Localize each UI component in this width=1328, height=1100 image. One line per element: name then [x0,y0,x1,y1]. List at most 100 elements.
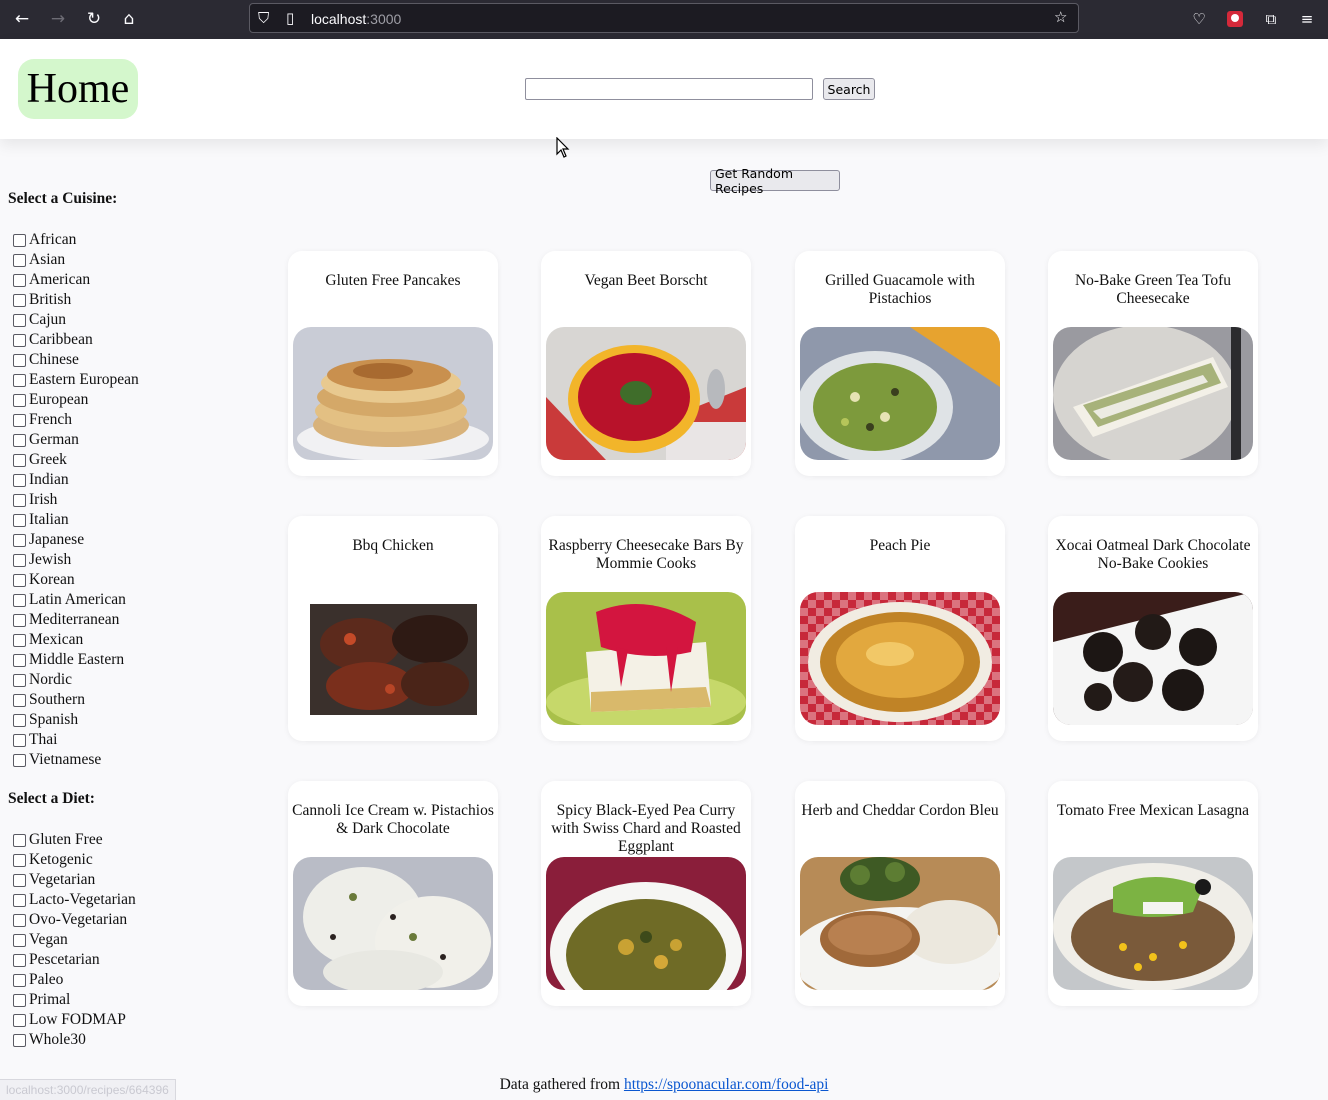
cuisine-option[interactable]: Middle Eastern [12,650,139,670]
recipe-card[interactable]: Herb and Cheddar Cordon Bleu [795,781,1005,1006]
recipe-title[interactable]: Bbq Chicken [292,537,494,555]
cuisine-checkbox[interactable] [13,693,26,707]
cuisine-checkbox[interactable] [13,513,26,527]
recipe-image[interactable] [546,857,746,990]
cuisine-option[interactable]: French [12,410,139,430]
cuisine-option[interactable]: Asian [12,250,139,270]
diet-checkbox[interactable] [13,933,26,947]
recipe-image[interactable] [546,592,746,725]
cuisine-option[interactable]: European [12,390,139,410]
recipe-image[interactable] [293,327,493,460]
recipe-image[interactable] [800,592,1000,725]
cuisine-checkbox[interactable] [13,493,26,507]
cuisine-option[interactable]: German [12,430,139,450]
cuisine-checkbox[interactable] [13,733,26,747]
diet-option[interactable]: Paleo [12,970,136,990]
cuisine-checkbox[interactable] [13,653,26,667]
recipe-card[interactable]: Bbq Chicken [288,516,498,741]
pocket-icon[interactable]: ♡ [1188,8,1210,30]
recipe-card[interactable]: Tomato Free Mexican Lasagna [1048,781,1258,1006]
recipe-image[interactable] [800,327,1000,460]
diet-option[interactable]: Vegetarian [12,870,136,890]
diet-checkbox[interactable] [13,913,26,927]
diet-checkbox[interactable] [13,1033,26,1047]
menu-icon[interactable]: ≡ [1296,8,1318,30]
diet-checkbox[interactable] [13,973,26,987]
cuisine-option[interactable]: Thai [12,730,139,750]
recipe-card[interactable]: Grilled Guacamole with Pistachios [795,251,1005,476]
diet-checkbox[interactable] [13,953,26,967]
api-link[interactable]: https://spoonacular.com/food-api [624,1076,828,1093]
cuisine-checkbox[interactable] [13,453,26,467]
cuisine-option[interactable]: British [12,290,139,310]
recipe-title[interactable]: Vegan Beet Borscht [545,272,747,290]
cuisine-checkbox[interactable] [13,593,26,607]
cuisine-option[interactable]: Mediterranean [12,610,139,630]
diet-checkbox[interactable] [13,873,26,887]
diet-option[interactable]: Pescetarian [12,950,136,970]
recipe-card[interactable]: Vegan Beet Borscht [541,251,751,476]
recipe-title[interactable]: No-Bake Green Tea Tofu Cheesecake [1052,272,1254,308]
cuisine-checkbox[interactable] [13,673,26,687]
cuisine-checkbox[interactable] [13,553,26,567]
cuisine-checkbox[interactable] [13,613,26,627]
home-icon[interactable]: ⌂ [116,6,142,32]
diet-checkbox[interactable] [13,833,26,847]
recipe-card[interactable]: Gluten Free Pancakes [288,251,498,476]
cuisine-checkbox[interactable] [13,413,26,427]
page-icon[interactable]: ▯ [286,9,294,27]
cuisine-checkbox[interactable] [13,713,26,727]
diet-option[interactable]: Low FODMAP [12,1010,136,1030]
cuisine-checkbox[interactable] [13,293,26,307]
recipe-card[interactable]: Peach Pie [795,516,1005,741]
cuisine-checkbox[interactable] [13,373,26,387]
cuisine-checkbox[interactable] [13,473,26,487]
recipe-title[interactable]: Tomato Free Mexican Lasagna [1052,802,1254,820]
recipe-image[interactable] [1053,857,1253,990]
extensions-icon[interactable]: ⧉ [1260,8,1282,30]
extension-avatar-icon[interactable] [1224,8,1246,30]
search-button[interactable]: Search [823,78,875,100]
cuisine-option[interactable]: Spanish [12,710,139,730]
cuisine-option[interactable]: Eastern European [12,370,139,390]
cuisine-checkbox[interactable] [13,273,26,287]
bookmark-star-icon[interactable]: ☆ [1054,8,1067,26]
recipe-title[interactable]: Raspberry Cheesecake Bars By Mommie Cook… [545,537,747,573]
home-link[interactable]: Home [18,59,138,119]
recipe-title[interactable]: Grilled Guacamole with Pistachios [799,272,1001,308]
cuisine-checkbox[interactable] [13,353,26,367]
forward-icon[interactable]: → [45,6,71,32]
cuisine-option[interactable]: Latin American [12,590,139,610]
recipe-image[interactable] [310,604,477,715]
cuisine-option[interactable]: Indian [12,470,139,490]
recipe-title[interactable]: Cannoli Ice Cream w. Pistachios & Dark C… [292,802,494,838]
recipe-title[interactable]: Peach Pie [799,537,1001,555]
recipe-card[interactable]: Raspberry Cheesecake Bars By Mommie Cook… [541,516,751,741]
recipe-image[interactable] [546,327,746,460]
recipe-card[interactable]: Cannoli Ice Cream w. Pistachios & Dark C… [288,781,498,1006]
diet-option[interactable]: Primal [12,990,136,1010]
diet-checkbox[interactable] [13,853,26,867]
cuisine-checkbox[interactable] [13,753,26,767]
cuisine-option[interactable]: African [12,230,139,250]
diet-checkbox[interactable] [13,1013,26,1027]
cuisine-checkbox[interactable] [13,253,26,267]
cuisine-option[interactable]: American [12,270,139,290]
cuisine-checkbox[interactable] [13,233,26,247]
cuisine-checkbox[interactable] [13,333,26,347]
cuisine-option[interactable]: Italian [12,510,139,530]
back-icon[interactable]: ← [9,6,35,32]
cuisine-option[interactable]: Caribbean [12,330,139,350]
cuisine-checkbox[interactable] [13,433,26,447]
cuisine-option[interactable]: Chinese [12,350,139,370]
cuisine-option[interactable]: Korean [12,570,139,590]
recipe-card[interactable]: Spicy Black-Eyed Pea Curry with Swiss Ch… [541,781,751,1006]
cuisine-option[interactable]: Japanese [12,530,139,550]
cuisine-checkbox[interactable] [13,533,26,547]
shield-icon[interactable]: ⛉ [258,9,269,27]
cuisine-checkbox[interactable] [13,573,26,587]
recipe-title[interactable]: Spicy Black-Eyed Pea Curry with Swiss Ch… [545,802,747,856]
diet-option[interactable]: Vegan [12,930,136,950]
recipe-image[interactable] [800,857,1000,990]
recipe-title[interactable]: Xocai Oatmeal Dark Chocolate No-Bake Coo… [1052,537,1254,573]
